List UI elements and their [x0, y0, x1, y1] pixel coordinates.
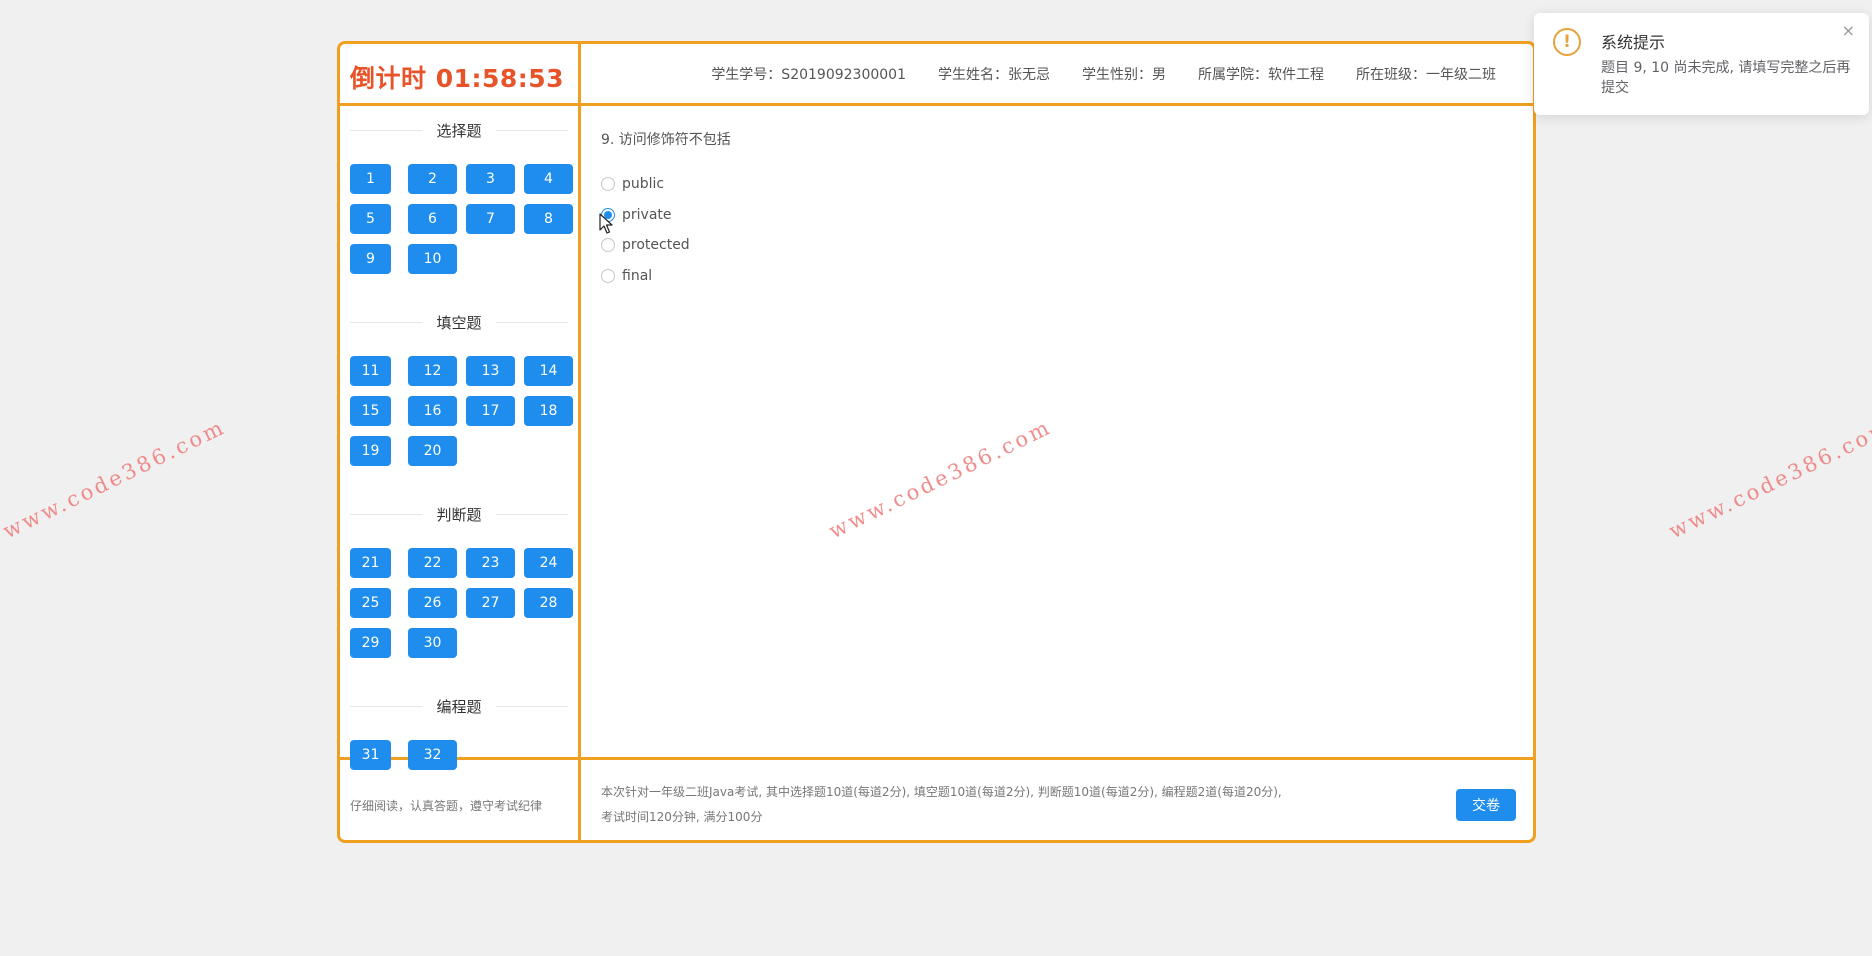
question-button[interactable]: 27 — [466, 588, 515, 618]
radio-button[interactable] — [601, 238, 615, 252]
question-button[interactable]: 29 — [350, 628, 391, 658]
question-button[interactable]: 16 — [408, 396, 457, 426]
radio-button[interactable] — [601, 177, 615, 191]
question-button[interactable]: 9 — [350, 244, 391, 274]
question-button[interactable]: 15 — [350, 396, 391, 426]
student-id: 学生学号：S2019092300001 — [711, 66, 906, 83]
radio-button[interactable] — [601, 268, 615, 283]
question-button[interactable]: 26 — [408, 588, 457, 618]
option-label: private — [622, 206, 672, 223]
question-button[interactable]: 31 — [350, 740, 391, 770]
question-button[interactable]: 6 — [408, 204, 457, 234]
question-button[interactable]: 28 — [524, 588, 573, 618]
question-button[interactable]: 18 — [524, 396, 573, 426]
student-gender: 学生性别：男 — [1082, 66, 1166, 83]
exam-reminder: 仔细阅读，认真答题，遵守考试纪律 — [350, 799, 543, 813]
exam-description: 本次针对一年级二班Java考试, 其中选择题10道(每道2分), 填空题10道(… — [601, 785, 1282, 824]
section-title-text: 选择题 — [436, 121, 482, 140]
question-button[interactable]: 3 — [466, 164, 515, 194]
answer-option[interactable]: final — [601, 266, 652, 286]
question-text: 9. 访问修饰符不包括 — [601, 132, 731, 148]
section-divider — [495, 321, 569, 323]
answer-option[interactable]: protected — [601, 235, 690, 255]
section-divider — [495, 513, 569, 515]
section-title: 判断题 — [350, 504, 569, 524]
question-button[interactable]: 22 — [408, 548, 457, 578]
watermark: www.code386.com — [1665, 414, 1872, 544]
section-divider — [350, 705, 423, 707]
question-button[interactable]: 4 — [524, 164, 573, 194]
question-button[interactable]: 32 — [408, 740, 457, 770]
question-button[interactable]: 19 — [350, 436, 391, 466]
option-label: protected — [622, 237, 690, 253]
section-divider — [350, 129, 423, 131]
section-divider — [495, 705, 569, 707]
divider-bottom — [340, 757, 1533, 760]
question-button[interactable]: 10 — [408, 244, 457, 274]
student-class: 所在班级：一年级二班 — [1356, 66, 1496, 83]
section-title-text: 判断题 — [436, 505, 482, 524]
section-title-text: 填空题 — [436, 313, 482, 332]
question-button[interactable]: 14 — [524, 356, 573, 386]
question-button[interactable]: 8 — [524, 204, 573, 234]
section-title: 编程题 — [350, 696, 569, 716]
mouse-cursor-icon — [599, 213, 613, 234]
question-button[interactable]: 12 — [408, 356, 457, 386]
question-button[interactable]: 5 — [350, 204, 391, 234]
question-button[interactable]: 21 — [350, 548, 391, 578]
question-button[interactable]: 1 — [350, 164, 391, 194]
notification-message: 题目 9, 10 尚未完成, 请填写完整之后再提交 — [1601, 60, 1851, 96]
question-button[interactable]: 23 — [466, 548, 515, 578]
notification-toast: ! 系统提示 题目 9, 10 尚未完成, 请填写完整之后再提交 × — [1534, 13, 1869, 115]
question-button[interactable]: 2 — [408, 164, 457, 194]
student-name: 学生姓名：张无忌 — [938, 66, 1050, 83]
warning-icon: ! — [1553, 28, 1581, 56]
question-navigator: 选择题 1 2 3 4 5 6 7 8 9 10 填空题 11 12 13 14 15 16 17 18 19 20 判断题… — [340, 106, 578, 770]
question-button[interactable]: 17 — [466, 396, 515, 426]
section-divider — [350, 321, 423, 323]
question-button[interactable]: 11 — [350, 356, 391, 386]
question-button[interactable]: 30 — [408, 628, 457, 658]
exam-panel: 倒计时 01:58:53 学生学号：S2019092300001 学生姓名：张无… — [337, 41, 1536, 843]
option-label: public — [622, 176, 665, 192]
question-button[interactable]: 20 — [408, 436, 457, 466]
section-divider — [495, 129, 569, 131]
question-button[interactable]: 24 — [524, 548, 573, 578]
question-button[interactable]: 7 — [466, 204, 515, 234]
countdown-timer: 倒计时 01:58:53 — [350, 64, 565, 93]
section-title: 填空题 — [350, 312, 569, 332]
section-title-text: 编程题 — [436, 697, 482, 716]
watermark: www.code386.com — [0, 414, 230, 544]
question-button[interactable]: 13 — [466, 356, 515, 386]
section-title: 选择题 — [350, 120, 569, 140]
section-divider — [350, 513, 423, 515]
question-panel: 9. 访问修饰符不包括 public private protected final — [581, 106, 1533, 757]
submit-button[interactable]: 交卷 — [1456, 789, 1516, 821]
question-button[interactable]: 25 — [350, 588, 391, 618]
notification-title: 系统提示 — [1601, 33, 1666, 52]
student-college: 所属学院：软件工程 — [1198, 66, 1324, 83]
close-icon[interactable]: × — [1842, 21, 1855, 40]
option-label: final — [622, 267, 653, 284]
answer-option[interactable]: public — [601, 174, 664, 194]
student-info-bar: 学生学号：S2019092300001 学生姓名：张无忌 学生性别：男 所属学院… — [581, 44, 1533, 103]
